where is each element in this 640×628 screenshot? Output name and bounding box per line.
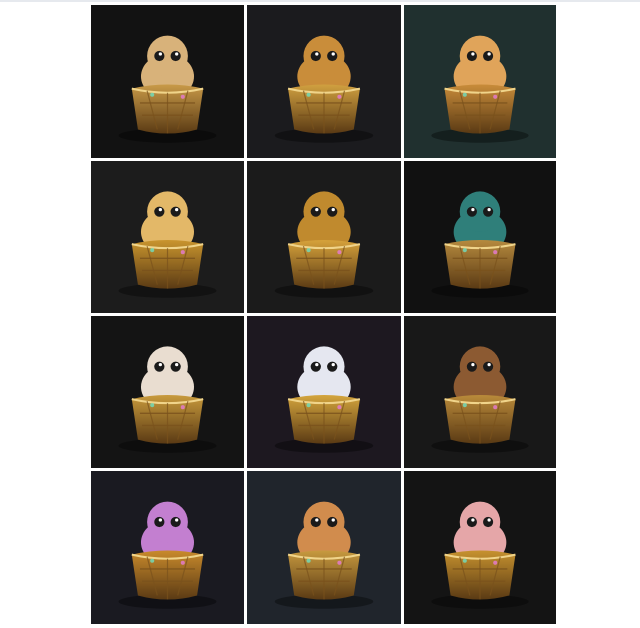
rabbit-illustration: [91, 161, 244, 313]
top-border: [0, 0, 640, 2]
monkey-illustration: [404, 316, 556, 468]
zodiac-tile-snake: [404, 161, 556, 313]
zodiac-tile-tiger: [404, 5, 556, 158]
horse-illustration: [91, 316, 244, 468]
ox-illustration: [247, 5, 401, 158]
zodiac-tile-sheep: [247, 316, 401, 468]
zodiac-tile-rooster: [91, 471, 244, 624]
zodiac-tile-pig: [404, 471, 556, 624]
sheep-illustration: [247, 316, 401, 468]
zodiac-tile-horse: [91, 316, 244, 468]
tiger-illustration: [404, 5, 556, 158]
rat-illustration: [91, 5, 244, 158]
pig-illustration: [404, 471, 556, 624]
dog-illustration: [247, 471, 401, 624]
zodiac-tile-monkey: [404, 316, 556, 468]
zodiac-tile-rabbit: [91, 161, 244, 313]
zodiac-tile-dog: [247, 471, 401, 624]
dragon-illustration: [247, 161, 401, 313]
zodiac-tile-dragon: [247, 161, 401, 313]
zodiac-tile-rat: [91, 5, 244, 158]
zodiac-tile-ox: [247, 5, 401, 158]
snake-illustration: [404, 161, 556, 313]
zodiac-image-grid: [91, 5, 556, 625]
rooster-illustration: [91, 471, 244, 624]
